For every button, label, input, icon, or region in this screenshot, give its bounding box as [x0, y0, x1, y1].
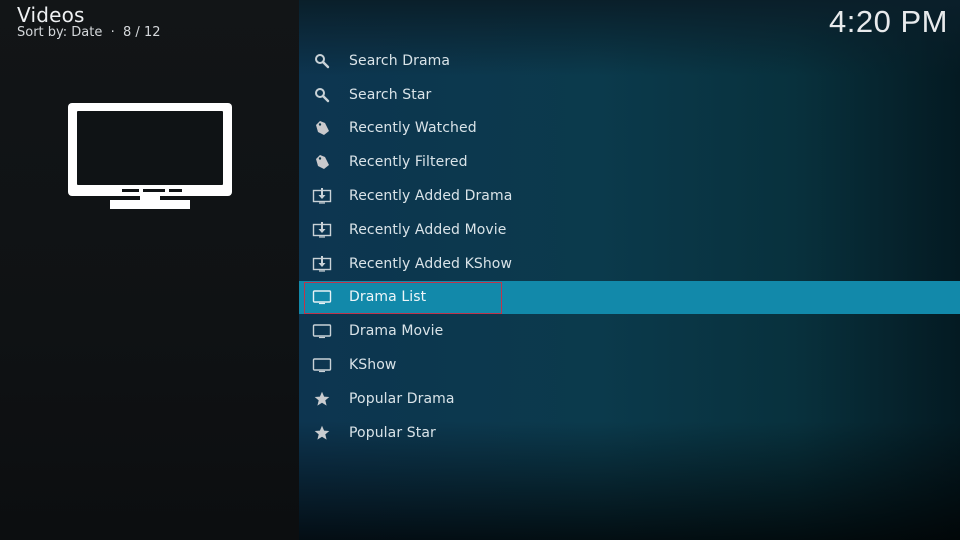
- menu-item-label: Recently Added Drama: [349, 188, 513, 205]
- menu-item-recently-watched[interactable]: Recently Watched: [299, 112, 960, 146]
- menu-item-label: Recently Filtered: [349, 154, 468, 171]
- menu-item-label: Popular Drama: [349, 390, 455, 407]
- tag-icon: [312, 120, 332, 136]
- menu-item-search-drama[interactable]: Search Drama: [299, 44, 960, 78]
- menu-item-popular-star[interactable]: Popular Star: [299, 416, 960, 450]
- menu-item-search-star[interactable]: Search Star: [299, 78, 960, 112]
- star-icon: [312, 391, 332, 407]
- clock: 4:20 PM: [829, 4, 948, 39]
- menu-item-recently-added-drama[interactable]: Recently Added Drama: [299, 179, 960, 213]
- menu-item-label: Recently Added KShow: [349, 255, 513, 272]
- left-panel: [0, 0, 299, 540]
- menu-item-label: Drama Movie: [349, 323, 444, 340]
- tv-icon: [312, 289, 332, 305]
- menu-item-label: KShow: [349, 357, 397, 374]
- menu-item-recently-filtered[interactable]: Recently Filtered: [299, 145, 960, 179]
- menu-item-label: Search Star: [349, 86, 432, 103]
- menu-item-label: Popular Star: [349, 424, 436, 441]
- menu-item-label: Drama List: [349, 289, 427, 306]
- tv-icon: [312, 357, 332, 373]
- menu-item-popular-drama[interactable]: Popular Drama: [299, 382, 960, 416]
- search-icon: [312, 53, 332, 69]
- download-tv-icon: [312, 188, 332, 204]
- page-title: Videos: [17, 3, 85, 27]
- tv-icon: [312, 323, 332, 339]
- menu-item-label: Recently Watched: [349, 120, 477, 137]
- download-tv-icon: [312, 221, 332, 238]
- menu-item-label: Search Drama: [349, 52, 451, 69]
- menu-item-kshow[interactable]: KShow: [299, 348, 960, 382]
- menu-list: Search Drama Search Star Recently Watche…: [299, 44, 960, 450]
- menu-item-drama-list[interactable]: Drama List: [299, 280, 960, 315]
- star-icon: [312, 425, 332, 441]
- menu-item-drama-movie[interactable]: Drama Movie: [299, 314, 960, 348]
- download-tv-icon: [312, 255, 332, 272]
- search-icon: [312, 87, 332, 103]
- sort-and-position: Sort by: Date · 8 / 12: [17, 25, 161, 40]
- tag-icon: [312, 154, 332, 170]
- menu-item-recently-added-movie[interactable]: Recently Added Movie: [299, 213, 960, 247]
- tv-icon: [68, 103, 232, 209]
- menu-item-label: Recently Added Movie: [349, 221, 507, 238]
- menu-item-recently-added-kshow[interactable]: Recently Added KShow: [299, 247, 960, 281]
